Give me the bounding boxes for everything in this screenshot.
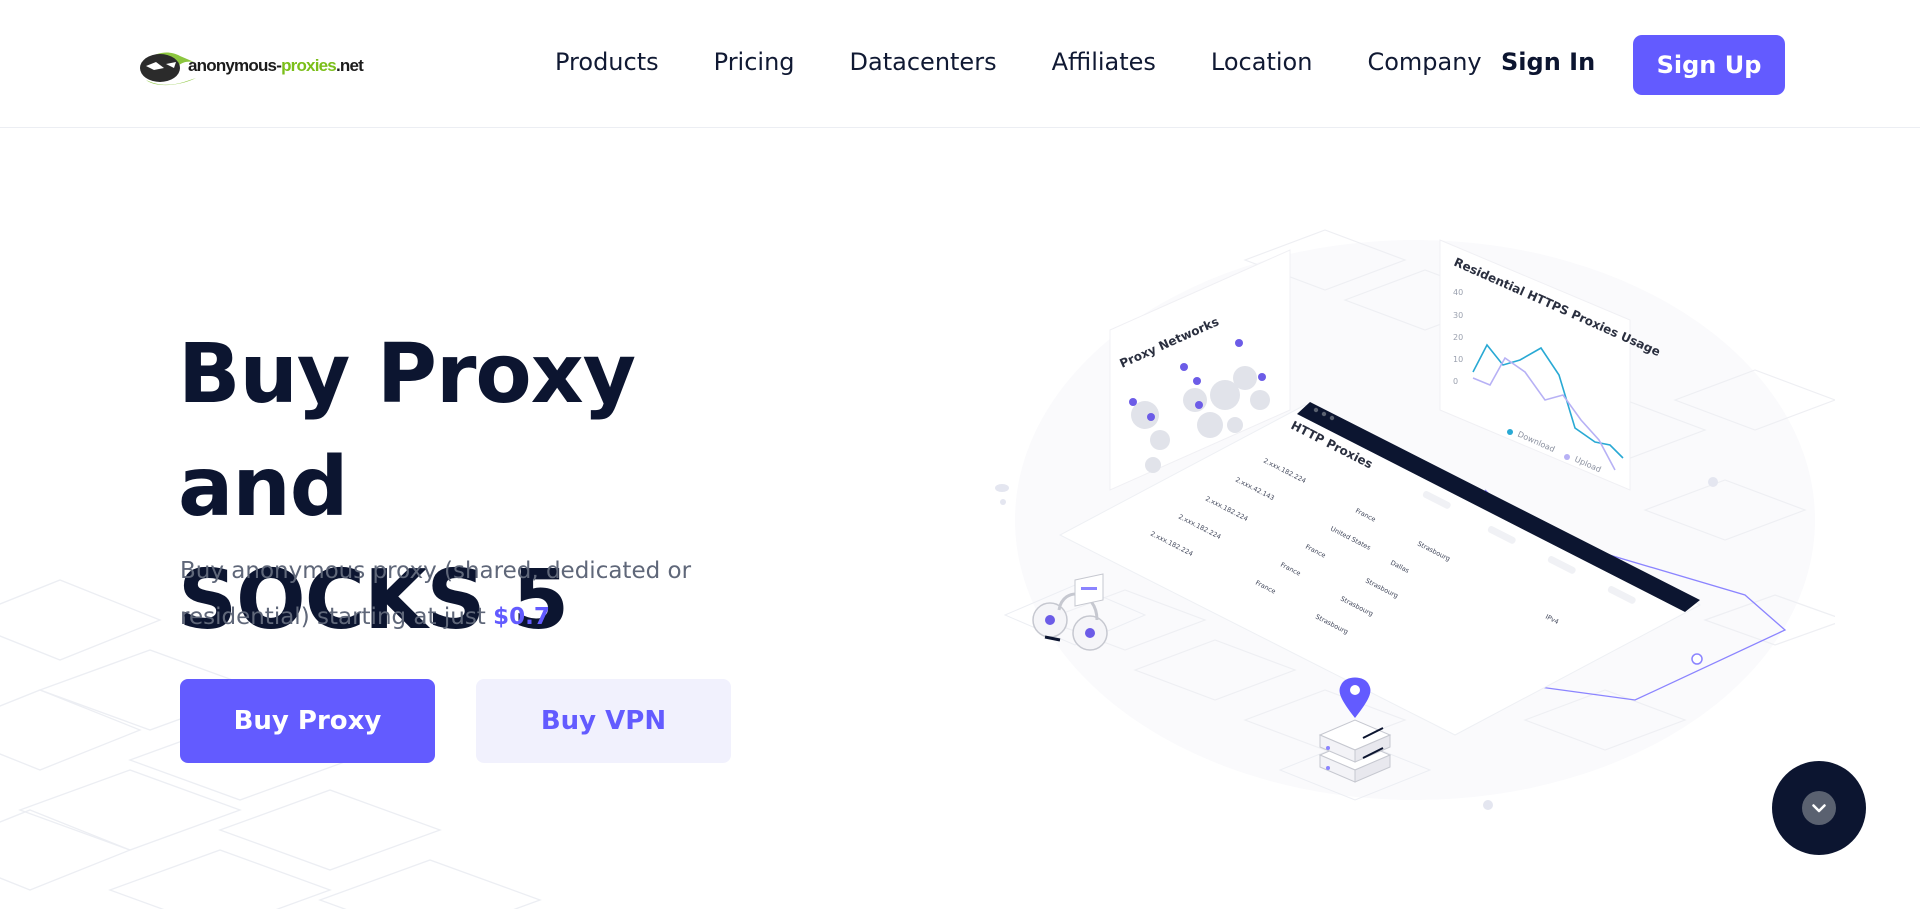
- buy-vpn-button[interactable]: Buy VPN: [476, 679, 731, 763]
- site-header: anonymous-proxies.net Products Pricing D…: [0, 0, 1920, 128]
- site-logo[interactable]: anonymous-proxies.net: [136, 36, 408, 90]
- price-highlight: $0.7: [493, 604, 550, 630]
- chart-tick-40: 40: [1453, 288, 1463, 297]
- chart-tick-0: 0: [1453, 377, 1458, 386]
- sign-up-button[interactable]: Sign Up: [1633, 35, 1785, 95]
- scroll-down-button[interactable]: [1772, 761, 1866, 855]
- sign-in-link[interactable]: Sign In: [1501, 48, 1595, 76]
- logo-text-accent: proxies: [281, 56, 337, 75]
- buy-proxy-button[interactable]: Buy Proxy: [180, 679, 435, 763]
- logo-text-tld: .net: [335, 56, 364, 75]
- hero-subtitle-text: Buy anonymous proxy (shared, dedicated o…: [180, 558, 692, 630]
- nav-affiliates[interactable]: Affiliates: [1052, 48, 1156, 76]
- hacker-mask-logo-icon: [136, 36, 196, 90]
- nav-products[interactable]: Products: [555, 48, 659, 76]
- chart-tick-20: 20: [1453, 333, 1463, 342]
- main-nav: Products Pricing Datacenters Affiliates …: [555, 48, 1537, 76]
- logo-text-main: anonymous-: [188, 56, 282, 75]
- hero-subtitle: Buy anonymous proxy (shared, dedicated o…: [180, 548, 740, 640]
- nav-pricing[interactable]: Pricing: [714, 48, 795, 76]
- chart-tick-10: 10: [1453, 355, 1463, 364]
- hero-illustration: Proxy Networks Residential HTTPS Proxies…: [985, 200, 1847, 840]
- nav-company[interactable]: Company: [1367, 48, 1481, 76]
- hero-title-line1: Buy Proxy and: [178, 327, 636, 535]
- nav-datacenters[interactable]: Datacenters: [850, 48, 997, 76]
- nav-location[interactable]: Location: [1211, 48, 1313, 76]
- chevron-down-icon: [1802, 791, 1836, 825]
- chart-tick-30: 30: [1453, 311, 1463, 320]
